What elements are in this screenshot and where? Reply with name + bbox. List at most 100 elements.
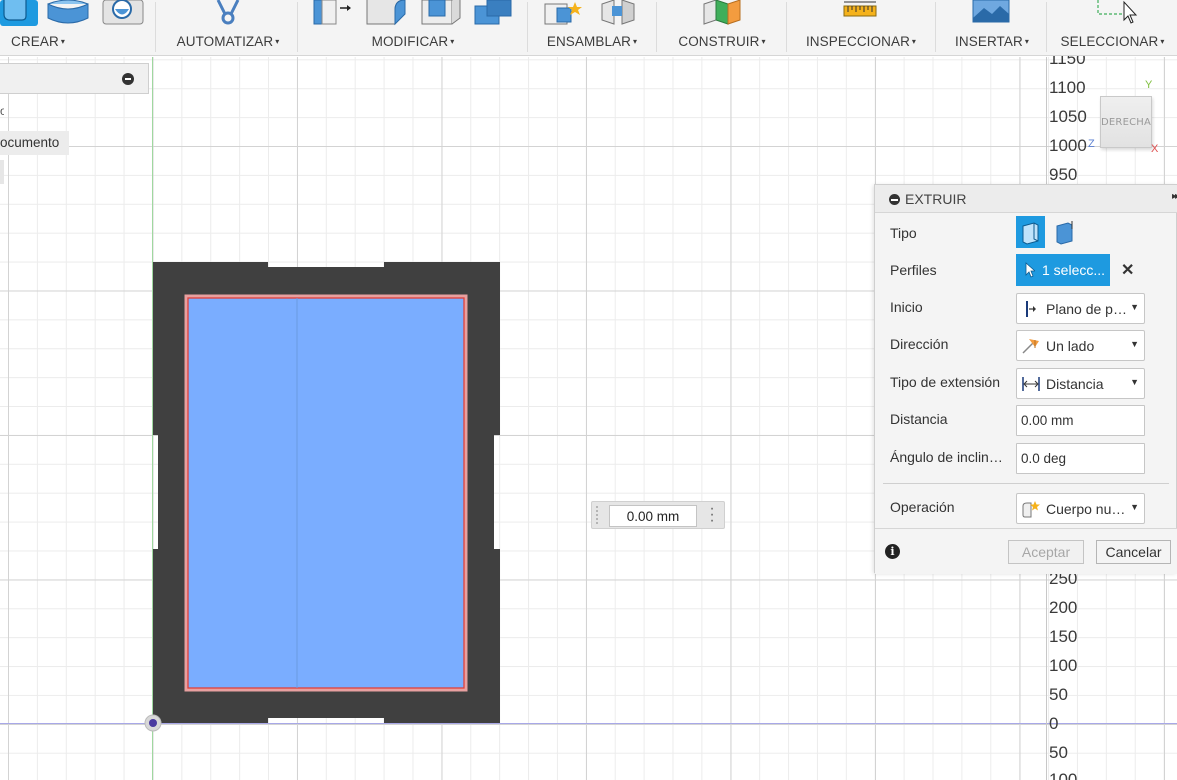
solid-extrude-icon — [1022, 222, 1039, 245]
distance-input[interactable] — [609, 505, 697, 527]
toolbar-group-construir[interactable]: CONSTRUIR ▾ — [658, 0, 786, 56]
thin-extrude-icon — [1056, 221, 1073, 245]
ruler-label: 0 — [1049, 714, 1059, 733]
row-operacion: Operación Cuerpo nue... ▼ — [875, 490, 1177, 526]
chevron-down-icon: ▼ — [1130, 302, 1139, 312]
drag-grip-icon[interactable] — [596, 506, 604, 524]
construir-label: CONSTRUIR — [678, 34, 760, 49]
chevron-down-icon: ▾ — [275, 37, 280, 46]
perfiles-label: Perfiles — [890, 262, 937, 278]
inicio-label: Inicio — [890, 299, 923, 315]
collapse-icon[interactable] — [889, 194, 900, 205]
view-cube[interactable]: DERECHA — [1100, 96, 1152, 148]
row-perfiles: Perfiles 1 selecc... ✕ — [875, 253, 1177, 289]
expand-icon[interactable]: ▸▸ — [1172, 191, 1177, 202]
info-icon[interactable]: i — [885, 544, 900, 559]
chevron-down-icon: ▼ — [1130, 377, 1139, 387]
insertar-label: INSERTAR — [955, 34, 1023, 49]
profiles-select-button[interactable]: 1 selecc... — [1016, 254, 1110, 286]
more-options-icon[interactable]: · · · — [708, 501, 716, 529]
ruler-label: 50 — [1049, 685, 1068, 704]
accept-button[interactable]: Aceptar — [1008, 540, 1084, 564]
chevron-down-icon: ▾ — [1160, 37, 1165, 46]
row-inicio: Inicio Plano de pe... ▼ — [875, 290, 1177, 326]
direccion-value: Un lado — [1046, 338, 1095, 354]
operacion-value: Cuerpo nue... — [1046, 501, 1128, 517]
toolbar-group-crear[interactable]: CREAR ▾ — [0, 0, 76, 56]
ruler-label: 950 — [1049, 165, 1078, 184]
ensamblar-label: ENSAMBLAR — [546, 34, 632, 49]
inicio-value: Plano de pe... — [1046, 301, 1128, 317]
clear-selection-icon[interactable]: ✕ — [1121, 260, 1134, 280]
chevron-down-icon: ▾ — [60, 37, 65, 46]
tipo-extension-value: Distancia — [1046, 376, 1104, 392]
view-cube-face-label: DERECHA — [1101, 117, 1152, 128]
one-side-icon — [1022, 339, 1039, 354]
axis-x-label: X — [1151, 143, 1159, 155]
toolbar-group-automatizar[interactable]: AUTOMATIZAR ▾ — [158, 0, 298, 56]
dialog-footer: i Aceptar Cancelar — [875, 528, 1177, 574]
modificar-label: MODIFICAR — [371, 34, 449, 49]
angulo-label: Ángulo de inclinac... — [890, 449, 1010, 465]
selected-profile[interactable] — [184, 294, 468, 692]
axis-z-label: Z — [1088, 138, 1095, 150]
tipo-label: Tipo — [890, 225, 917, 241]
cancel-button[interactable]: Cancelar — [1096, 540, 1171, 564]
distancia-label: Distancia — [890, 411, 948, 427]
ruler-label: 100 — [1049, 656, 1078, 675]
direccion-label: Dirección — [890, 336, 949, 352]
ruler-label: 1100 — [1049, 78, 1086, 97]
toolbar-separator — [786, 2, 787, 52]
operacion-dropdown[interactable]: Cuerpo nue... ▼ — [1016, 493, 1145, 524]
toolbar-separator — [1046, 2, 1047, 52]
type-thin-button[interactable] — [1050, 216, 1079, 248]
type-solid-button[interactable] — [1016, 216, 1045, 248]
ribbon-toolbar: CREAR ▾ AUTOMATIZAR ▾ MODIFICAR ▾ ENSAMB… — [0, 0, 1177, 56]
crear-label: CREAR — [11, 34, 59, 49]
operacion-label: Operación — [890, 499, 955, 515]
chevron-down-icon: ▾ — [450, 37, 455, 46]
direccion-dropdown[interactable]: Un lado ▼ — [1016, 330, 1145, 361]
toolbar-group-ensamblar[interactable]: ENSAMBLAR ▾ — [528, 0, 656, 56]
chevron-down-icon: ▾ — [761, 37, 766, 46]
toolbar-group-inspeccionar[interactable]: INSPECCIONAR ▾ — [788, 0, 934, 56]
row-distancia: Distancia — [875, 402, 1177, 438]
ruler-label: 100 — [1049, 770, 1078, 780]
tipo-extension-label: Tipo de extensión — [890, 374, 1000, 390]
hole-tool-icon[interactable] — [101, 0, 145, 26]
toolbar-separator — [297, 2, 298, 52]
inicio-dropdown[interactable]: Plano de pe... ▼ — [1016, 293, 1145, 324]
row-angulo: Ángulo de inclinac... — [875, 440, 1177, 476]
toolbar-group-seleccionar[interactable]: SELECCIONAR ▾ — [1048, 0, 1177, 56]
ruler-label: 1000 — [1049, 136, 1087, 155]
ruler-label: 50 — [1049, 743, 1068, 762]
divider — [883, 483, 1169, 484]
ruler-label: 200 — [1049, 598, 1078, 617]
tipo-extension-dropdown[interactable]: Distancia ▼ — [1016, 368, 1145, 399]
toolbar-group-modificar[interactable]: MODIFICAR ▾ — [300, 0, 526, 56]
profiles-selection-text: 1 selecc... — [1042, 262, 1106, 278]
distance-manipulator[interactable]: ··· — [591, 501, 725, 529]
chevron-down-icon: ▼ — [1130, 502, 1139, 512]
dialog-title: EXTRUIR — [905, 191, 967, 207]
row-direccion: Dirección Un lado ▼ — [875, 327, 1177, 363]
distance-icon — [1022, 377, 1040, 391]
distancia-input[interactable] — [1016, 405, 1145, 436]
chevron-down-icon: ▾ — [911, 37, 917, 46]
row-tipo-extension: Tipo de extensión Distancia ▼ — [875, 365, 1177, 401]
cursor-icon — [1025, 262, 1035, 278]
toolbar-group-insertar[interactable]: INSERTAR ▾ — [938, 0, 1046, 56]
seleccionar-label: SELECCIONAR — [1060, 34, 1159, 49]
angulo-input[interactable] — [1016, 443, 1145, 474]
ruler-label: 1050 — [1049, 107, 1087, 126]
chevron-down-icon: ▾ — [1024, 37, 1029, 46]
toolbar-separator — [935, 2, 936, 52]
automatizar-label: AUTOMATIZAR — [176, 34, 274, 49]
inspeccionar-label: INSPECCIONAR — [805, 34, 910, 49]
ruler-label: 150 — [1049, 627, 1078, 646]
axis-y-label: Y — [1145, 79, 1153, 91]
origin-dot — [149, 719, 157, 727]
new-body-icon — [1022, 501, 1040, 518]
extrude-dialog: EXTRUIR ▸▸ Tipo Perfiles 1 selecc... ✕ I… — [874, 184, 1177, 574]
extrude-dialog-header[interactable]: EXTRUIR ▸▸ — [875, 185, 1177, 213]
